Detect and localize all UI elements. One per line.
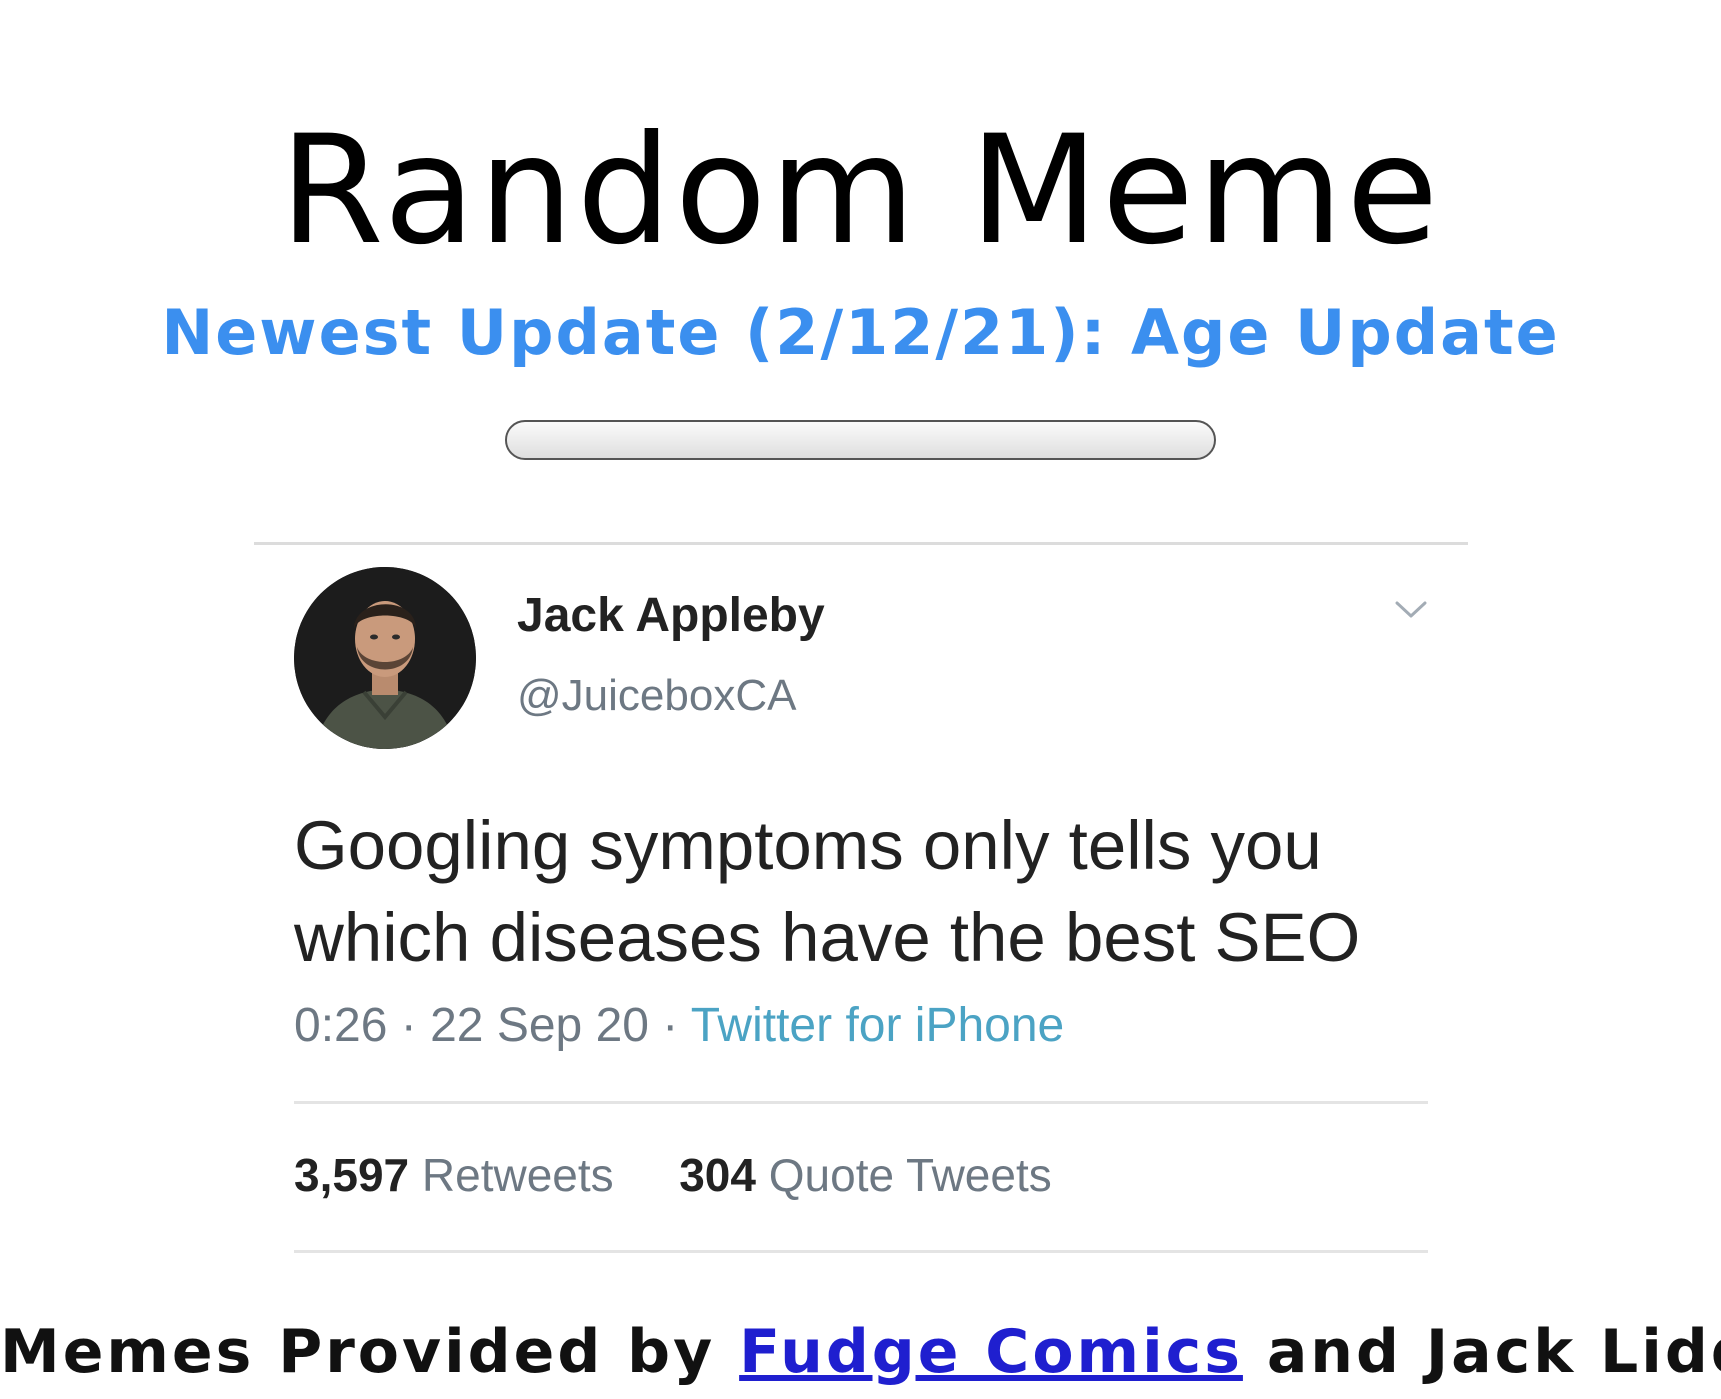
tweet-author-name: Jack Appleby — [517, 589, 825, 642]
chevron-down-icon — [1395, 601, 1427, 618]
footer-prefix: Memes Provided by — [0, 1317, 716, 1387]
tweet-time: 0:26 — [294, 999, 388, 1052]
meta-separator: · — [400, 999, 417, 1052]
tweet-date: 22 Sep 20 — [430, 999, 649, 1052]
fudge-comics-link[interactable]: Fudge Comics — [739, 1317, 1243, 1387]
meme-image: Jack Appleby @JuiceboxCA Googling sympto… — [254, 538, 1468, 1268]
avatar — [294, 567, 476, 749]
tweet-stats: 3,597 Retweets 304 Quote Tweets — [294, 1148, 1052, 1202]
footer-credits: Memes Provided by Fudge Comics and Jack … — [0, 1312, 1721, 1392]
meta-separator: · — [662, 999, 679, 1052]
tweet-author-handle: @JuiceboxCA — [517, 671, 797, 720]
footer-suffix: and Jack Liddy — [1266, 1317, 1721, 1387]
page-title: Random Meme — [279, 103, 1442, 278]
quotes-label: Quote Tweets — [768, 1149, 1052, 1201]
retweets-label: Retweets — [421, 1149, 614, 1201]
quotes-count: 304 — [679, 1149, 756, 1201]
new-meme-button[interactable] — [505, 420, 1216, 460]
divider — [254, 542, 1468, 545]
tweet-source: Twitter for iPhone — [690, 999, 1065, 1052]
divider — [294, 1101, 1428, 1104]
tweet-meta: 0:26 · 22 Sep 20 · Twitter for iPhone — [294, 998, 1064, 1053]
tweet-text: Googling symptoms only tells you which d… — [294, 807, 1361, 976]
newest-update-link[interactable]: Newest Update (2/12/21): Age Update — [0, 293, 1721, 373]
retweets-count: 3,597 — [294, 1149, 410, 1201]
divider — [294, 1250, 1428, 1253]
